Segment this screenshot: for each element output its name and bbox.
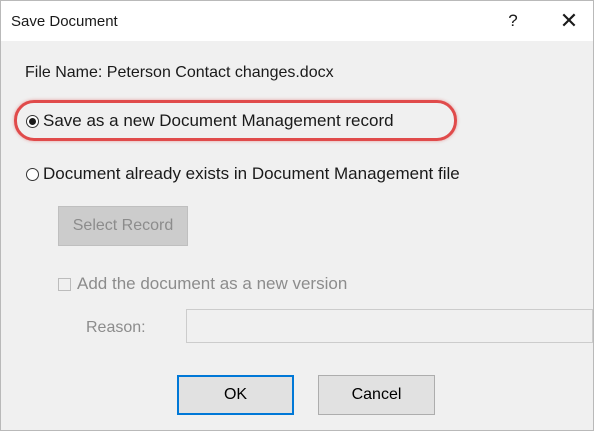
radio-unselected-icon[interactable] [26, 167, 39, 181]
ok-button[interactable]: OK [177, 375, 294, 415]
radio-existing-document[interactable]: Document already exists in Document Mana… [26, 164, 460, 184]
radio-existing-document-label: Document already exists in Document Mana… [43, 164, 460, 183]
radio-new-record[interactable]: Save as a new Document Management record [26, 111, 394, 131]
save-document-dialog: Save Document ? ✕ File Name: Peterson Co… [0, 0, 594, 431]
new-version-checkbox[interactable] [58, 277, 71, 291]
select-record-button[interactable]: Select Record [58, 206, 188, 246]
reason-label: Reason: [86, 319, 146, 336]
cancel-button[interactable]: Cancel [318, 375, 435, 415]
radio-selected-icon[interactable] [26, 114, 39, 128]
help-icon[interactable]: ? [493, 5, 533, 37]
new-version-checkbox-row[interactable]: Add the document as a new version [58, 274, 347, 294]
title-bar: Save Document ? ✕ [1, 1, 593, 41]
new-version-label: Add the document as a new version [77, 274, 348, 293]
reason-input[interactable] [186, 309, 593, 343]
close-icon[interactable]: ✕ [547, 5, 591, 37]
dialog-title: Save Document [11, 13, 118, 30]
radio-new-record-label: Save as a new Document Management record [43, 111, 394, 130]
file-name-label: File Name: Peterson Contact changes.docx [25, 64, 334, 81]
